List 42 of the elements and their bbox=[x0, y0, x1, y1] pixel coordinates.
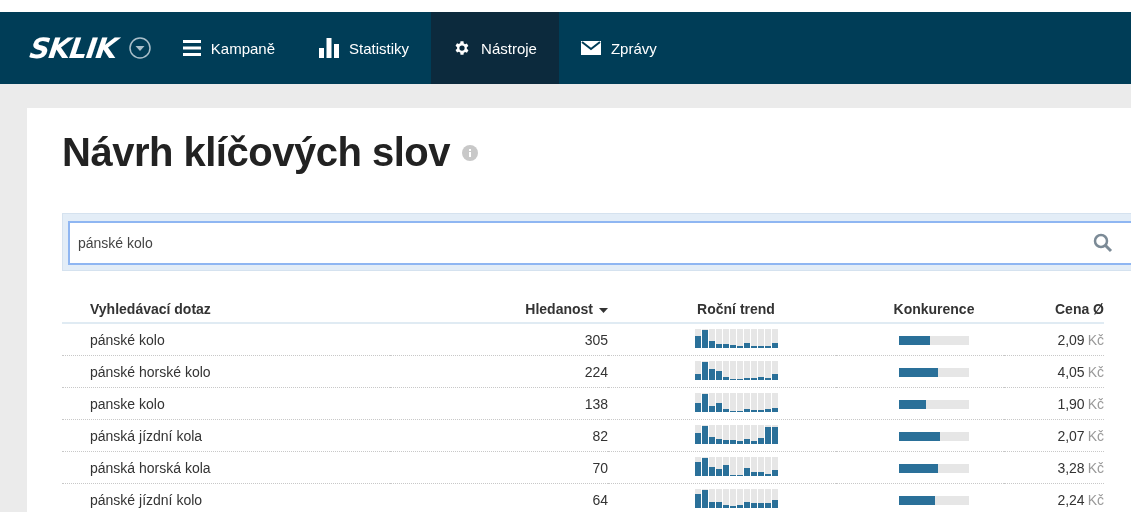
price-value: 2,07 bbox=[1057, 427, 1085, 444]
nav-tab[interactable]: Kampaně bbox=[160, 12, 298, 84]
price-value: 3,28 bbox=[1057, 459, 1085, 476]
price-value: 1,90 bbox=[1057, 395, 1085, 412]
currency-label: Kč bbox=[1087, 395, 1104, 412]
currency-label: Kč bbox=[1087, 331, 1104, 348]
query-text: panske kolo bbox=[90, 395, 165, 412]
query-text: pánské horské kolo bbox=[90, 363, 211, 380]
search-box[interactable]: pánské kolo bbox=[68, 221, 1131, 265]
page-title: Návrh klíčových slov bbox=[62, 130, 450, 175]
currency-label: Kč bbox=[1087, 491, 1104, 508]
price-value: 4,05 bbox=[1057, 363, 1085, 380]
search-volume: 224 bbox=[584, 363, 608, 380]
nav-tab[interactable]: Nástroje bbox=[431, 12, 559, 84]
column-header[interactable]: Roční trend bbox=[697, 301, 775, 317]
search-icon[interactable] bbox=[1093, 233, 1113, 253]
search-volume: 70 bbox=[592, 459, 608, 476]
column-header[interactable]: Konkurence bbox=[893, 301, 975, 317]
bar-chart-icon bbox=[319, 38, 340, 58]
column-header[interactable]: Cena Ø bbox=[1055, 301, 1104, 317]
sort-down-icon[interactable] bbox=[599, 307, 608, 313]
search-volume: 82 bbox=[592, 427, 608, 444]
search-volume: 64 bbox=[592, 491, 608, 508]
nav-tab[interactable]: Zprávy bbox=[558, 12, 679, 84]
envelope-icon bbox=[580, 41, 601, 55]
dropdown-icon[interactable] bbox=[128, 37, 151, 59]
search-volume: 138 bbox=[584, 395, 608, 412]
column-header[interactable]: Vyhledávací dotaz bbox=[90, 301, 211, 317]
query-text: pánská jízdní kola bbox=[90, 427, 203, 444]
price-value: 2,09 bbox=[1057, 331, 1085, 348]
query-text: pánská horská kola bbox=[90, 459, 211, 476]
search-volume: 305 bbox=[584, 331, 608, 348]
currency-label: Kč bbox=[1087, 363, 1104, 380]
price-value: 2,24 bbox=[1057, 491, 1085, 508]
currency-label: Kč bbox=[1087, 459, 1104, 476]
nav-tab[interactable]: Statistiky bbox=[297, 12, 432, 84]
query-text: pánské jízdní kolo bbox=[90, 491, 203, 508]
currency-label: Kč bbox=[1087, 427, 1104, 444]
menu-icon bbox=[182, 40, 201, 56]
logo[interactable]: SKLIK bbox=[27, 31, 120, 65]
column-header[interactable]: Hledanost bbox=[525, 301, 593, 317]
query-text: pánské kolo bbox=[90, 331, 165, 348]
